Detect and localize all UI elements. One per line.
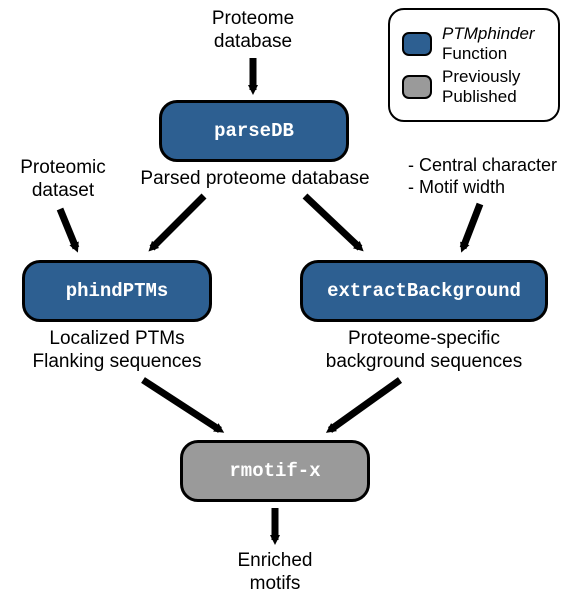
arrow-dataset-to-phindptms xyxy=(60,209,76,248)
arrow-params-to-extractbg xyxy=(463,204,480,248)
arrow-localized-to-rmotifx xyxy=(143,380,220,430)
arrows-layer xyxy=(0,0,574,600)
diagram-canvas: PTMphinder Function Previously Published… xyxy=(0,0,574,600)
arrow-parsed-to-phindptms xyxy=(152,196,204,248)
arrow-background-to-rmotifx xyxy=(330,380,400,430)
arrow-parsed-to-extractbg xyxy=(305,196,360,248)
